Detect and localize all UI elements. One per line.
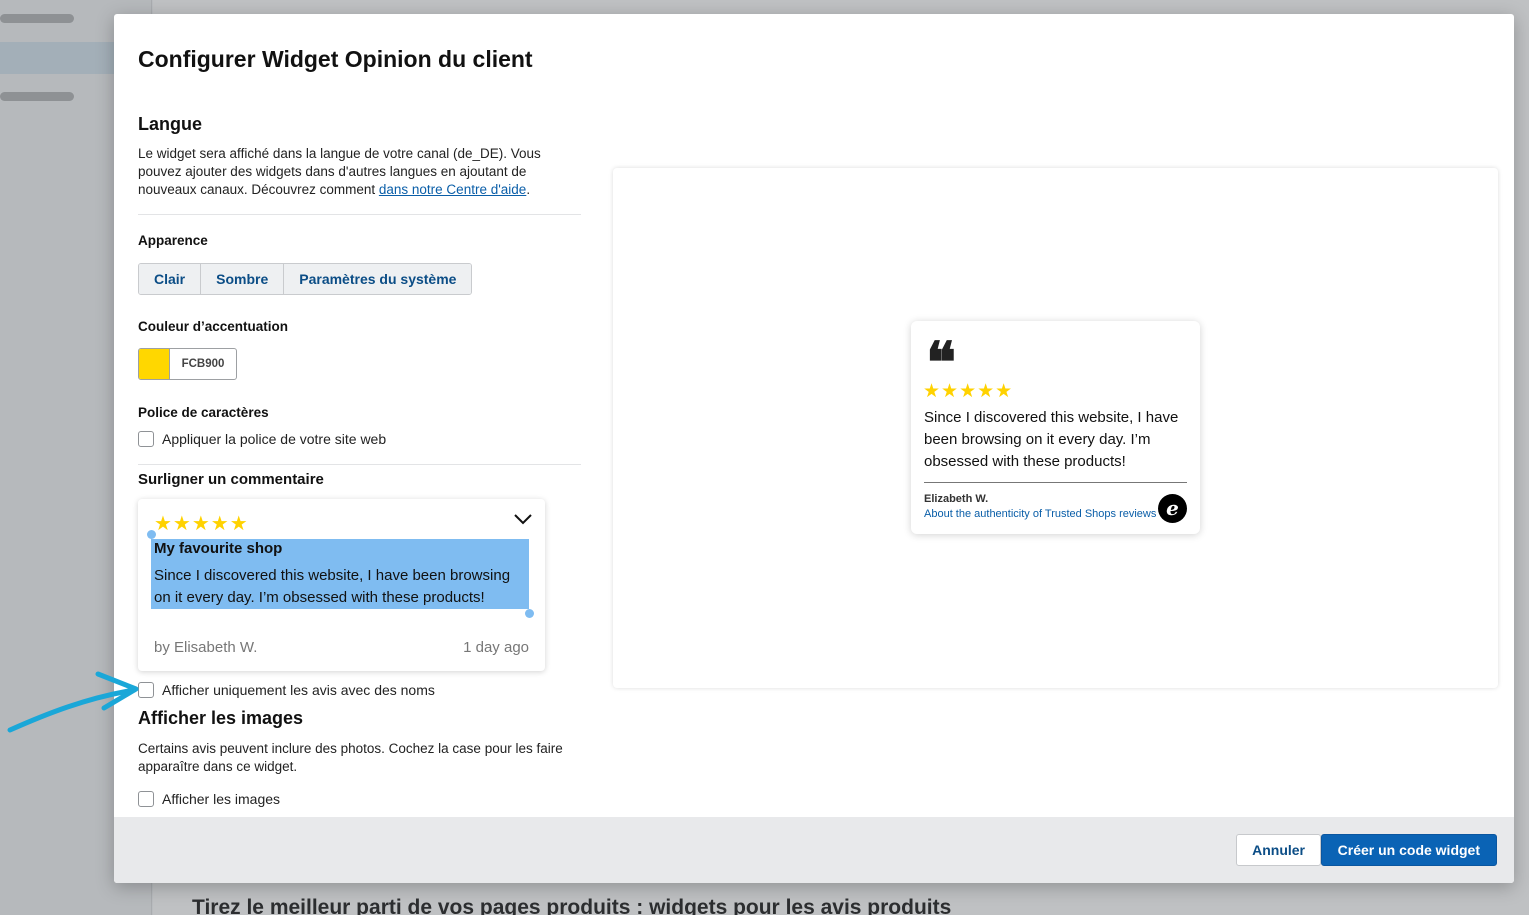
sidebar-placeholder-bar — [0, 92, 74, 101]
review-time: 1 day ago — [463, 639, 529, 656]
selection-start-handle[interactable] — [147, 530, 156, 539]
review-title: My favourite shop — [154, 540, 283, 557]
accent-color-picker[interactable]: FCB900 — [138, 348, 237, 380]
create-widget-code-button[interactable]: Créer un code widget — [1320, 834, 1497, 866]
sidebar-placeholder-bar — [0, 14, 74, 23]
appearance-label: Apparence — [138, 233, 208, 248]
preview-divider — [924, 482, 1187, 483]
review-author: by Elisabeth W. — [154, 639, 258, 656]
review-body: Since I discovered this website, I have … — [154, 567, 511, 606]
names-only-label: Afficher uniquement les avis avec des no… — [162, 682, 435, 698]
language-description: Le widget sera affiché dans la langue de… — [138, 146, 541, 197]
highlighted-text[interactable]: My favourite shop Since I discovered thi… — [151, 539, 529, 609]
preview-review-text: Since I discovered this website, I have … — [924, 409, 1179, 470]
modal-footer: Annuler Créer un code widget — [114, 817, 1514, 883]
review-stars: ★★★★★ — [154, 513, 249, 535]
names-only-option: Afficher uniquement les avis avec des no… — [138, 682, 435, 698]
background-page-heading: Tirez le meilleur parti de vos pages pro… — [192, 896, 952, 915]
highlight-review-card[interactable]: ★★★★★ My favourite shop Since I discover… — [138, 499, 545, 671]
preview-author: Elizabeth W. — [924, 493, 989, 505]
modal-title: Configurer Widget Opinion du client — [138, 46, 533, 72]
highlight-label: Surligner un commentaire — [138, 471, 324, 488]
images-description: Certains avis peuvent inclure des photos… — [138, 741, 563, 774]
cancel-button[interactable]: Annuler — [1236, 834, 1321, 866]
widget-preview-panel: ❝ ★★★★★ Since I discovered this website,… — [613, 168, 1498, 688]
preview-review-card: ❝ ★★★★★ Since I discovered this website,… — [911, 321, 1200, 534]
configure-widget-modal: Configurer Widget Opinion du client Lang… — [114, 14, 1514, 883]
images-heading: Afficher les images — [138, 708, 304, 728]
selection-end-handle[interactable] — [525, 609, 534, 618]
appearance-light-button[interactable]: Clair — [139, 264, 202, 294]
help-center-link[interactable]: dans notre Centre d'aide — [379, 182, 526, 197]
divider — [138, 464, 581, 465]
appearance-toggle: Clair Sombre Paramètres du système — [138, 263, 473, 295]
accent-color-label: Couleur d’accentuation — [138, 319, 289, 334]
apply-font-option: Appliquer la police de votre site web — [138, 431, 386, 447]
accent-color-swatch[interactable] — [139, 349, 170, 379]
trusted-shops-logo-icon: e — [1158, 494, 1187, 523]
divider — [138, 214, 581, 215]
language-heading: Langue — [138, 114, 203, 134]
show-images-option: Afficher les images — [138, 791, 280, 807]
appearance-system-button[interactable]: Paramètres du système — [284, 264, 472, 294]
show-images-label: Afficher les images — [162, 791, 281, 807]
preview-stars: ★★★★★ — [923, 381, 1014, 402]
chevron-down-icon[interactable] — [513, 511, 533, 527]
apply-font-label: Appliquer la police de votre site web — [162, 431, 387, 447]
accent-color-hex[interactable]: FCB900 — [170, 349, 236, 379]
show-images-checkbox[interactable] — [138, 791, 154, 807]
annotation-arrow-icon — [7, 671, 139, 733]
appearance-dark-button[interactable]: Sombre — [201, 264, 285, 294]
apply-font-checkbox[interactable] — [138, 431, 154, 447]
font-label: Police de caractères — [138, 405, 269, 420]
authenticity-link[interactable]: About the authenticity of Trusted Shops … — [924, 508, 1156, 520]
